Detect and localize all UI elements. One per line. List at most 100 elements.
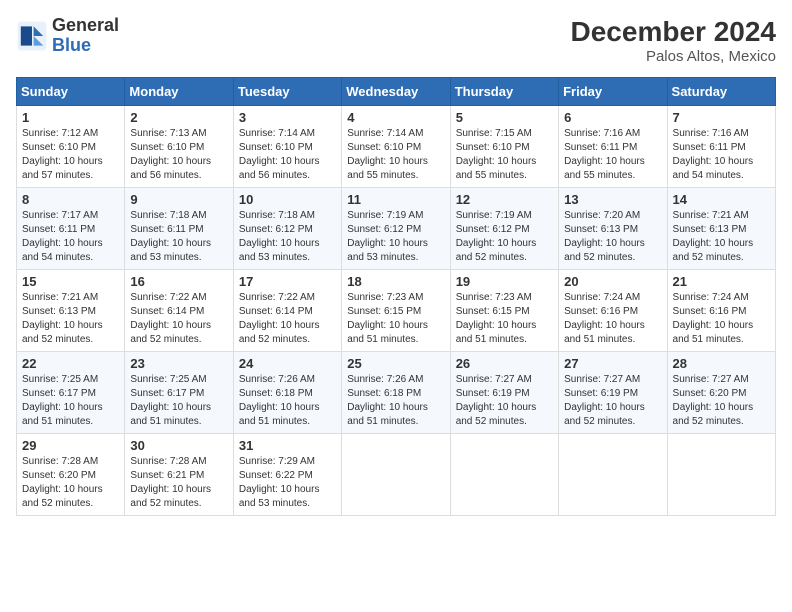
calendar-cell: 18 Sunrise: 7:23 AM Sunset: 6:15 PM Dayl… — [342, 270, 450, 352]
day-info: Sunrise: 7:13 AM Sunset: 6:10 PM Dayligh… — [130, 127, 227, 183]
day-number: 17 — [239, 274, 336, 289]
calendar-cell: 14 Sunrise: 7:21 AM Sunset: 6:13 PM Dayl… — [667, 188, 775, 270]
calendar-cell: 20 Sunrise: 7:24 AM Sunset: 6:16 PM Dayl… — [559, 270, 667, 352]
calendar-week-1: 1 Sunrise: 7:12 AM Sunset: 6:10 PM Dayli… — [17, 106, 776, 188]
day-number: 20 — [564, 274, 661, 289]
day-info: Sunrise: 7:29 AM Sunset: 6:22 PM Dayligh… — [239, 455, 336, 511]
day-number: 31 — [239, 438, 336, 453]
day-number: 3 — [239, 110, 336, 125]
day-info: Sunrise: 7:17 AM Sunset: 6:11 PM Dayligh… — [22, 209, 119, 265]
day-number: 30 — [130, 438, 227, 453]
day-info: Sunrise: 7:27 AM Sunset: 6:19 PM Dayligh… — [456, 373, 553, 429]
calendar-cell — [667, 434, 775, 516]
day-number: 14 — [673, 192, 770, 207]
day-info: Sunrise: 7:22 AM Sunset: 6:14 PM Dayligh… — [130, 291, 227, 347]
day-number: 18 — [347, 274, 444, 289]
day-number: 25 — [347, 356, 444, 371]
calendar-header: Sunday Monday Tuesday Wednesday Thursday… — [17, 78, 776, 106]
day-info: Sunrise: 7:27 AM Sunset: 6:20 PM Dayligh… — [673, 373, 770, 429]
calendar-cell: 13 Sunrise: 7:20 AM Sunset: 6:13 PM Dayl… — [559, 188, 667, 270]
day-info: Sunrise: 7:28 AM Sunset: 6:20 PM Dayligh… — [22, 455, 119, 511]
calendar-week-5: 29 Sunrise: 7:28 AM Sunset: 6:20 PM Dayl… — [17, 434, 776, 516]
logo-line1: General — [52, 16, 119, 36]
day-number: 21 — [673, 274, 770, 289]
day-info: Sunrise: 7:24 AM Sunset: 6:16 PM Dayligh… — [673, 291, 770, 347]
header-saturday: Saturday — [667, 78, 775, 106]
calendar-table: Sunday Monday Tuesday Wednesday Thursday… — [16, 77, 776, 516]
calendar-cell — [342, 434, 450, 516]
day-number: 2 — [130, 110, 227, 125]
day-number: 15 — [22, 274, 119, 289]
calendar-cell: 12 Sunrise: 7:19 AM Sunset: 6:12 PM Dayl… — [450, 188, 558, 270]
calendar-cell: 5 Sunrise: 7:15 AM Sunset: 6:10 PM Dayli… — [450, 106, 558, 188]
day-number: 27 — [564, 356, 661, 371]
day-number: 13 — [564, 192, 661, 207]
header-tuesday: Tuesday — [233, 78, 341, 106]
calendar-cell: 3 Sunrise: 7:14 AM Sunset: 6:10 PM Dayli… — [233, 106, 341, 188]
day-number: 12 — [456, 192, 553, 207]
day-info: Sunrise: 7:22 AM Sunset: 6:14 PM Dayligh… — [239, 291, 336, 347]
day-number: 26 — [456, 356, 553, 371]
day-info: Sunrise: 7:21 AM Sunset: 6:13 PM Dayligh… — [673, 209, 770, 265]
day-number: 10 — [239, 192, 336, 207]
header-sunday: Sunday — [17, 78, 125, 106]
calendar-cell: 26 Sunrise: 7:27 AM Sunset: 6:19 PM Dayl… — [450, 352, 558, 434]
calendar-cell — [450, 434, 558, 516]
day-info: Sunrise: 7:14 AM Sunset: 6:10 PM Dayligh… — [239, 127, 336, 183]
day-info: Sunrise: 7:23 AM Sunset: 6:15 PM Dayligh… — [456, 291, 553, 347]
day-number: 11 — [347, 192, 444, 207]
calendar-cell: 15 Sunrise: 7:21 AM Sunset: 6:13 PM Dayl… — [17, 270, 125, 352]
day-number: 28 — [673, 356, 770, 371]
calendar-cell — [559, 434, 667, 516]
day-info: Sunrise: 7:20 AM Sunset: 6:13 PM Dayligh… — [564, 209, 661, 265]
day-info: Sunrise: 7:25 AM Sunset: 6:17 PM Dayligh… — [130, 373, 227, 429]
header-monday: Monday — [125, 78, 233, 106]
calendar-cell: 28 Sunrise: 7:27 AM Sunset: 6:20 PM Dayl… — [667, 352, 775, 434]
day-info: Sunrise: 7:19 AM Sunset: 6:12 PM Dayligh… — [347, 209, 444, 265]
header-wednesday: Wednesday — [342, 78, 450, 106]
day-info: Sunrise: 7:25 AM Sunset: 6:17 PM Dayligh… — [22, 373, 119, 429]
day-info: Sunrise: 7:15 AM Sunset: 6:10 PM Dayligh… — [456, 127, 553, 183]
calendar-cell: 10 Sunrise: 7:18 AM Sunset: 6:12 PM Dayl… — [233, 188, 341, 270]
calendar-cell: 8 Sunrise: 7:17 AM Sunset: 6:11 PM Dayli… — [17, 188, 125, 270]
day-info: Sunrise: 7:19 AM Sunset: 6:12 PM Dayligh… — [456, 209, 553, 265]
day-info: Sunrise: 7:16 AM Sunset: 6:11 PM Dayligh… — [564, 127, 661, 183]
day-info: Sunrise: 7:16 AM Sunset: 6:11 PM Dayligh… — [673, 127, 770, 183]
day-info: Sunrise: 7:27 AM Sunset: 6:19 PM Dayligh… — [564, 373, 661, 429]
calendar-cell: 2 Sunrise: 7:13 AM Sunset: 6:10 PM Dayli… — [125, 106, 233, 188]
calendar-week-2: 8 Sunrise: 7:17 AM Sunset: 6:11 PM Dayli… — [17, 188, 776, 270]
page-header: General Blue December 2024 Palos Altos, … — [16, 16, 776, 65]
day-number: 8 — [22, 192, 119, 207]
day-number: 24 — [239, 356, 336, 371]
day-info: Sunrise: 7:12 AM Sunset: 6:10 PM Dayligh… — [22, 127, 119, 183]
calendar-cell: 22 Sunrise: 7:25 AM Sunset: 6:17 PM Dayl… — [17, 352, 125, 434]
day-info: Sunrise: 7:14 AM Sunset: 6:10 PM Dayligh… — [347, 127, 444, 183]
day-number: 5 — [456, 110, 553, 125]
calendar-cell: 23 Sunrise: 7:25 AM Sunset: 6:17 PM Dayl… — [125, 352, 233, 434]
calendar-cell: 27 Sunrise: 7:27 AM Sunset: 6:19 PM Dayl… — [559, 352, 667, 434]
calendar-cell: 25 Sunrise: 7:26 AM Sunset: 6:18 PM Dayl… — [342, 352, 450, 434]
day-number: 22 — [22, 356, 119, 371]
calendar-cell: 9 Sunrise: 7:18 AM Sunset: 6:11 PM Dayli… — [125, 188, 233, 270]
header-row: Sunday Monday Tuesday Wednesday Thursday… — [17, 78, 776, 106]
calendar-cell: 24 Sunrise: 7:26 AM Sunset: 6:18 PM Dayl… — [233, 352, 341, 434]
calendar-cell: 19 Sunrise: 7:23 AM Sunset: 6:15 PM Dayl… — [450, 270, 558, 352]
logo-icon — [16, 20, 48, 52]
day-number: 6 — [564, 110, 661, 125]
day-number: 9 — [130, 192, 227, 207]
calendar-title: December 2024 — [571, 16, 776, 48]
logo: General Blue — [16, 16, 119, 56]
day-number: 29 — [22, 438, 119, 453]
title-block: December 2024 Palos Altos, Mexico — [571, 16, 776, 65]
calendar-cell: 31 Sunrise: 7:29 AM Sunset: 6:22 PM Dayl… — [233, 434, 341, 516]
calendar-cell: 11 Sunrise: 7:19 AM Sunset: 6:12 PM Dayl… — [342, 188, 450, 270]
calendar-week-4: 22 Sunrise: 7:25 AM Sunset: 6:17 PM Dayl… — [17, 352, 776, 434]
day-info: Sunrise: 7:26 AM Sunset: 6:18 PM Dayligh… — [347, 373, 444, 429]
day-number: 7 — [673, 110, 770, 125]
day-number: 4 — [347, 110, 444, 125]
day-info: Sunrise: 7:24 AM Sunset: 6:16 PM Dayligh… — [564, 291, 661, 347]
day-info: Sunrise: 7:18 AM Sunset: 6:12 PM Dayligh… — [239, 209, 336, 265]
day-info: Sunrise: 7:21 AM Sunset: 6:13 PM Dayligh… — [22, 291, 119, 347]
day-number: 16 — [130, 274, 227, 289]
logo-line2: Blue — [52, 36, 119, 56]
